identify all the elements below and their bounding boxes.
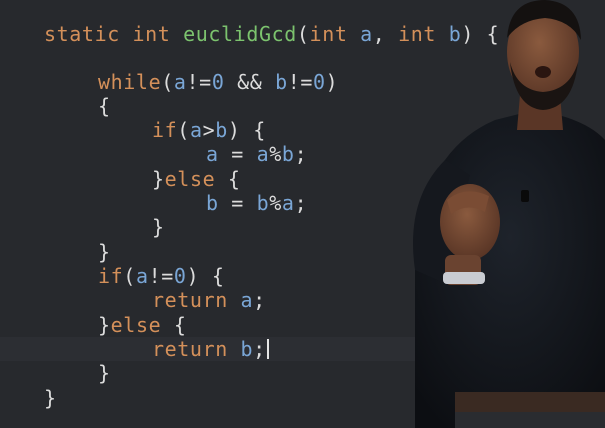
code-token: a	[135, 264, 149, 288]
code-token: (	[161, 70, 174, 94]
code-token: a	[360, 22, 373, 46]
code-token: ;	[294, 142, 308, 166]
code-token: b	[215, 118, 228, 142]
code-token: b	[240, 337, 254, 361]
presenter-video	[413, 0, 605, 428]
presenter-watch	[443, 272, 485, 284]
code-line[interactable]: a = a%b;	[206, 142, 307, 166]
code-token: int	[132, 22, 171, 46]
code-line[interactable]: b = b%a;	[206, 191, 307, 215]
code-token: }	[98, 240, 111, 264]
code-token: &&	[224, 70, 276, 94]
code-token: b	[281, 142, 295, 166]
code-token: !=	[287, 70, 314, 94]
code-token: if	[98, 264, 124, 288]
code-token: 0	[211, 70, 225, 94]
code-token: else	[110, 313, 162, 337]
code-token: {	[98, 94, 111, 118]
code-token: 0	[313, 70, 326, 94]
code-token: a	[189, 118, 203, 142]
code-token: =	[218, 191, 257, 215]
code-token: ) {	[227, 118, 266, 142]
code-token: (	[177, 118, 190, 142]
code-token: }	[152, 167, 165, 191]
code-token: b	[206, 191, 219, 215]
code-token: (	[296, 22, 310, 46]
code-line[interactable]: }else {	[152, 167, 241, 191]
code-line[interactable]: return b;	[152, 337, 269, 361]
code-token: ;	[253, 288, 266, 312]
code-line[interactable]: }	[152, 215, 165, 239]
code-token: b	[275, 70, 288, 94]
code-token: while	[98, 70, 162, 94]
code-token: a	[256, 142, 270, 166]
code-token: return	[152, 288, 228, 312]
code-token: static	[44, 22, 120, 46]
code-token: int	[309, 22, 348, 46]
presenter-mic	[521, 190, 529, 202]
code-line[interactable]: }	[44, 386, 57, 410]
code-line[interactable]: }	[98, 361, 111, 385]
code-token: b	[256, 191, 270, 215]
code-token: ;	[294, 191, 308, 215]
code-line[interactable]: {	[98, 94, 111, 118]
code-token: a	[206, 142, 219, 166]
code-token: %	[269, 191, 282, 215]
code-token: a	[281, 191, 295, 215]
code-token: a	[173, 70, 187, 94]
code-token: return	[152, 337, 228, 361]
text-caret	[266, 339, 269, 359]
code-token: {	[215, 167, 241, 191]
presenter-belt	[455, 392, 605, 414]
code-line[interactable]: while(a!=0 && b!=0)	[98, 70, 338, 94]
code-token: euclidGcd	[183, 22, 297, 46]
code-line[interactable]: }else {	[98, 313, 187, 337]
code-token: (	[123, 264, 136, 288]
code-token: %	[269, 142, 282, 166]
code-token: ;	[253, 337, 266, 361]
code-line[interactable]: if(a>b) {	[152, 118, 266, 142]
code-token: a	[240, 288, 254, 312]
code-token: }	[98, 361, 111, 385]
code-token: ) {	[186, 264, 225, 288]
code-token: >	[202, 118, 216, 142]
code-token: }	[152, 215, 165, 239]
code-token: }	[98, 313, 111, 337]
code-token: }	[44, 386, 57, 410]
code-token: !=	[148, 264, 174, 288]
code-token: )	[325, 70, 339, 94]
code-line[interactable]: return a;	[152, 288, 266, 312]
code-token: else	[164, 167, 216, 191]
code-token: !=	[186, 70, 212, 94]
code-token: {	[161, 313, 187, 337]
code-token: =	[218, 142, 257, 166]
code-token: 0	[173, 264, 187, 288]
code-line[interactable]: }	[98, 240, 111, 264]
code-line[interactable]: if(a!=0) {	[98, 264, 225, 288]
code-token: if	[152, 118, 178, 142]
